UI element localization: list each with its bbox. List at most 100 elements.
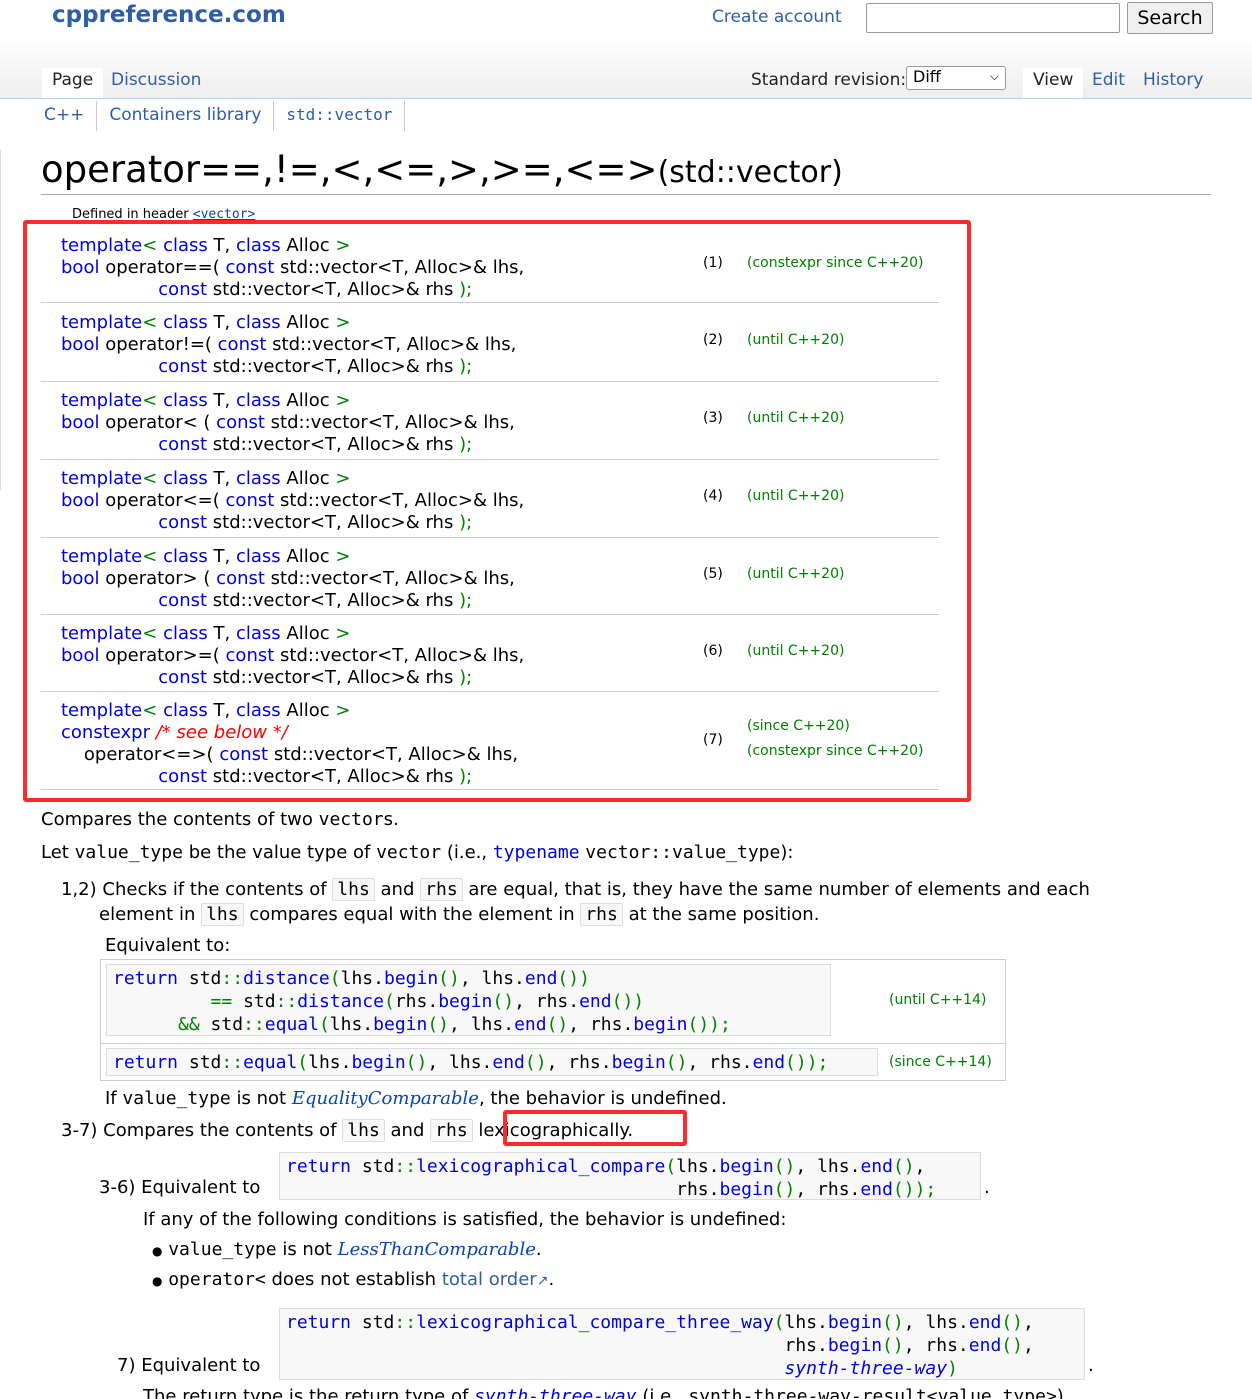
- external-link-icon: ↗: [536, 1273, 549, 1289]
- tab-bar: Page Discussion Standard revision: Diff …: [0, 38, 1252, 99]
- code-block-until14: return std::distance(lhs.begin(), lhs.en…: [106, 964, 831, 1036]
- text: and: [380, 879, 415, 900]
- text: does not establish: [271, 1269, 437, 1290]
- code-lhs: lhs: [201, 903, 244, 926]
- item-label: 7): [117, 1355, 136, 1376]
- text: be the value type of: [188, 842, 371, 863]
- code-value-type: value_type: [168, 1239, 277, 1260]
- text: Checks if the contents of: [102, 879, 327, 900]
- code-lhs: lhs: [332, 878, 375, 901]
- text: and: [390, 1120, 425, 1141]
- breadcrumb-vector[interactable]: std::vector: [274, 101, 406, 131]
- item-3-6-label: 3-6) Equivalent to: [99, 1177, 260, 1198]
- text: compares equal with the element in: [249, 904, 575, 925]
- page-title: operator==,!=,<,<=,>,>=,<=>(std::vector): [41, 148, 843, 191]
- text: are equal, that is, they have the same n…: [468, 879, 1090, 900]
- left-border: [0, 150, 1, 490]
- row-divider: [101, 1043, 1005, 1044]
- text: The return type is the return type of: [143, 1386, 469, 1399]
- text: is not: [236, 1088, 287, 1109]
- text: ).: [1056, 1386, 1070, 1399]
- code-lhs: lhs: [342, 1119, 385, 1142]
- return-type-note: The return type is the return type of sy…: [143, 1386, 1070, 1399]
- undefined-note: If value_type is not EqualityComparable,…: [105, 1088, 727, 1109]
- highlight-box-lexicographically: [503, 1110, 687, 1146]
- tab-history[interactable]: History: [1133, 68, 1213, 98]
- total-order-link[interactable]: total order: [442, 1269, 537, 1290]
- text: , the behavior is undefined.: [478, 1088, 727, 1109]
- title-main: operator==,!=,<,<=,>,>=,<=>: [41, 148, 658, 191]
- highlight-box-declarations: [23, 220, 971, 802]
- if-any-note: If any of the following conditions is sa…: [143, 1209, 787, 1230]
- item-label: 3-7): [61, 1120, 98, 1141]
- code-value-type: value_type: [74, 842, 183, 863]
- code-block-3-6: return std::lexicographical_compare(lhs.…: [279, 1152, 981, 1200]
- version-until14: (until C++14): [889, 992, 987, 1008]
- text: is not: [282, 1239, 332, 1260]
- title-rule: [41, 194, 1211, 195]
- item-7-label: 7) Equivalent to: [117, 1355, 260, 1376]
- item-1-2: 1,2) Checks if the contents of lhs and r…: [61, 878, 1090, 901]
- text: Equivalent to: [141, 1177, 261, 1198]
- equality-comparable-link[interactable]: EqualityComparable: [292, 1088, 479, 1109]
- text: Let: [41, 842, 69, 863]
- text: If: [105, 1088, 117, 1109]
- search-button[interactable]: Search: [1127, 2, 1213, 34]
- text: Compares the contents of two: [41, 809, 313, 830]
- code-typename: typename: [492, 842, 580, 863]
- text: ):: [780, 842, 794, 863]
- breadcrumb: C++ Containers library std::vector: [32, 101, 406, 131]
- search-input[interactable]: [866, 3, 1120, 33]
- bullet-icon: ●: [152, 1244, 163, 1258]
- text: .: [548, 1269, 555, 1290]
- equivalent-table: return std::distance(lhs.begin(), lhs.en…: [100, 959, 1006, 1081]
- top-bar: cppreference.com Create account Search: [0, 0, 1252, 38]
- description-line: Compares the contents of two vectors.: [41, 809, 399, 830]
- code-vector-value-type: vector::value_type: [585, 842, 781, 863]
- code-synth: synth-three-way: [474, 1386, 637, 1399]
- text: s.: [383, 809, 399, 830]
- code-value-type: value_type: [122, 1088, 231, 1109]
- create-account-link[interactable]: Create account: [712, 7, 842, 27]
- code-rhs: rhs: [430, 1119, 473, 1142]
- title-suffix: (std::vector): [657, 155, 843, 190]
- code-rhs: rhs: [580, 903, 623, 926]
- equivalent-to-label: Equivalent to:: [105, 935, 231, 956]
- breadcrumb-containers[interactable]: Containers library: [97, 101, 275, 131]
- list-item: ● value_type is not LessThanComparable.: [152, 1239, 542, 1260]
- text: .: [535, 1239, 542, 1260]
- bullet-icon: ●: [152, 1274, 163, 1288]
- tab-view[interactable]: View: [1023, 68, 1084, 98]
- revision-value: Diff: [913, 67, 941, 86]
- value-type-line: Let value_type be the value type of vect…: [41, 842, 793, 863]
- item-1-2-cont: element in lhs compares equal with the e…: [99, 903, 820, 926]
- text: Equivalent to: [141, 1355, 261, 1376]
- code-rhs: rhs: [420, 878, 463, 901]
- period: .: [1088, 1355, 1094, 1376]
- code-vector: vector: [318, 809, 384, 830]
- code-synth-result: synth-three-way-result<value_type>: [688, 1386, 1057, 1399]
- less-than-comparable-link[interactable]: LessThanComparable: [338, 1239, 536, 1260]
- text: at the same position.: [628, 904, 820, 925]
- tab-edit[interactable]: Edit: [1082, 68, 1135, 98]
- site-logo[interactable]: cppreference.com: [52, 2, 286, 28]
- code-block-7: return std::lexicographical_compare_thre…: [279, 1308, 1085, 1380]
- code-operator-lt: operator<: [168, 1269, 266, 1290]
- item-label: 3-6): [99, 1177, 136, 1198]
- text: element in: [99, 904, 196, 925]
- version-since14: (since C++14): [889, 1054, 992, 1070]
- standard-revision-label: Standard revision:: [751, 70, 907, 90]
- code-block-since14: return std::equal(lhs.begin(), lhs.end()…: [106, 1048, 878, 1076]
- breadcrumb-cpp[interactable]: C++: [32, 101, 98, 131]
- period: .: [984, 1177, 990, 1198]
- list-item: ● operator< does not establish total ord…: [152, 1269, 554, 1290]
- item-label: 1,2): [61, 879, 97, 900]
- tab-page[interactable]: Page: [42, 68, 104, 98]
- code-vector: vector: [376, 842, 442, 863]
- text: (i.e.,: [642, 1386, 683, 1399]
- tab-discussion[interactable]: Discussion: [101, 68, 211, 98]
- chevron-down-icon: ⌵: [989, 69, 999, 83]
- standard-revision-select[interactable]: Diff ⌵: [906, 66, 1006, 90]
- text: (i.e.,: [446, 842, 488, 863]
- text: Compares the contents of: [103, 1120, 337, 1141]
